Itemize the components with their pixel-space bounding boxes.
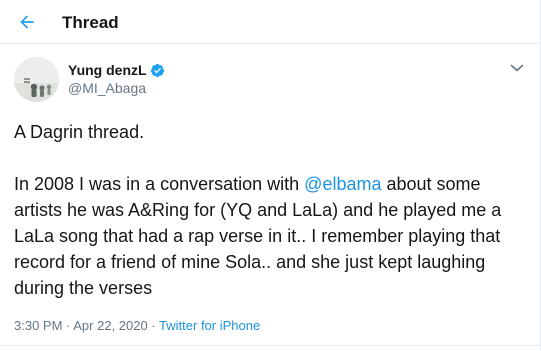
page-title: Thread [62, 13, 119, 32]
arrow-left-icon [20, 15, 34, 29]
tweet-text: A Dagrin thread. In 2008 I was in a conv… [14, 119, 524, 301]
chevron-down-icon [510, 64, 524, 72]
back-button[interactable] [14, 9, 40, 35]
author-name-row[interactable]: Yung denzL [68, 61, 165, 79]
avatar-photo [14, 57, 59, 102]
tweet-time[interactable]: 3:30 PM [14, 318, 62, 333]
thread-page: Thread Yung denzL @MI_Abaga A Dagrin thr… [0, 0, 541, 351]
tweet-text-paragraph: In 2008 I was in a conversation with @el… [14, 171, 524, 301]
thread-header: Thread [0, 0, 540, 44]
meta-separator: · [147, 318, 160, 333]
meta-separator: · [62, 318, 74, 333]
tweet-date[interactable]: Apr 22, 2020 [73, 318, 147, 333]
tweet-text-segment: In 2008 I was in a conversation with [14, 174, 305, 194]
mention-link[interactable]: @elbama [304, 174, 381, 194]
more-options-button[interactable] [508, 61, 526, 75]
verified-badge-icon [150, 63, 165, 78]
divider [0, 345, 540, 346]
tweet-text-line: A Dagrin thread. [14, 122, 145, 142]
tweet-meta: 3:30 PM · Apr 22, 2020 · Twitter for iPh… [14, 318, 260, 334]
author-handle[interactable]: @MI_Abaga [68, 79, 146, 97]
tweet-source-link[interactable]: Twitter for iPhone [159, 318, 260, 333]
author-name[interactable]: Yung denzL [68, 61, 147, 79]
avatar[interactable] [14, 57, 59, 102]
